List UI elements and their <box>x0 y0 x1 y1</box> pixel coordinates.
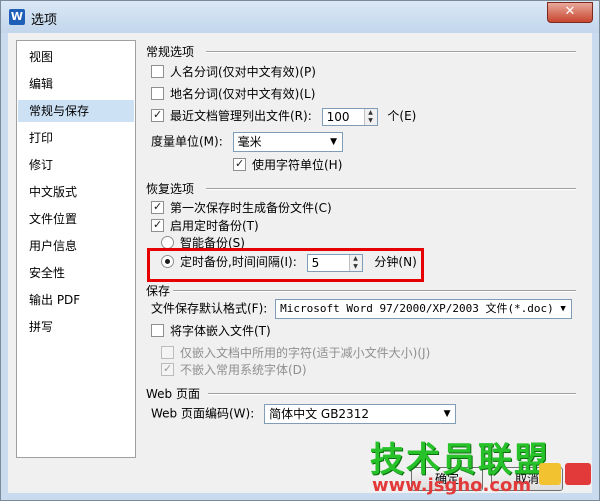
first-save-backup-checkbox[interactable] <box>151 201 164 214</box>
embed-used-chars-row: 仅嵌入文档中所用的字符(适于减小文件大小)(J) <box>161 344 430 362</box>
sidebar-item-print[interactable]: 打印 <box>18 127 134 149</box>
use-char-unit-checkbox[interactable] <box>233 158 246 171</box>
default-format-label: 文件保存默认格式(F): <box>151 301 268 316</box>
use-char-unit-label: 使用字符单位(H) <box>252 158 343 172</box>
default-format-value: Microsoft Word 97/2000/XP/2003 文件(*.doc) <box>280 302 554 315</box>
save-section-title: 保存 <box>146 284 171 298</box>
measure-unit-select[interactable]: 毫米 ▼ <box>232 132 343 152</box>
place-segmentation-checkbox[interactable] <box>151 87 164 100</box>
chevron-down-icon[interactable]: ▼ <box>326 133 342 151</box>
web-section-title: Web 页面 <box>146 387 200 401</box>
sidebar-item-spelling[interactable]: 拼写 <box>18 316 134 338</box>
no-system-fonts-row: 不嵌入常用系统字体(D) <box>161 361 307 379</box>
title-bar: W 选项 ✕ <box>1 1 599 33</box>
default-format-row: 文件保存默认格式(F): Microsoft Word 97/2000/XP/2… <box>151 299 573 319</box>
name-segmentation-label: 人名分词(仅对中文有效)(P) <box>170 65 316 79</box>
sidebar-item-view[interactable]: 视图 <box>18 46 134 68</box>
close-button[interactable]: ✕ <box>547 2 593 23</box>
general-separator <box>206 51 576 53</box>
wps-app-icon: W <box>9 9 25 25</box>
web-separator <box>208 393 576 395</box>
web-encoding-value: 简体中文 GB2312 <box>269 407 369 421</box>
embed-fonts-checkbox[interactable] <box>151 324 164 337</box>
web-encoding-select[interactable]: 简体中文 GB2312 ▼ <box>264 404 457 424</box>
no-system-fonts-checkbox[interactable] <box>161 363 174 376</box>
sidebar-item-revision[interactable]: 修订 <box>18 154 134 176</box>
default-format-select[interactable]: Microsoft Word 97/2000/XP/2003 文件(*.doc)… <box>275 299 573 319</box>
spin-up-icon[interactable]: ▲ <box>364 108 377 117</box>
watermark-logo-icon <box>539 463 591 485</box>
recent-files-unit: 个(E) <box>387 109 417 123</box>
embed-fonts-row: 将字体嵌入文件(T) <box>151 322 271 340</box>
embed-used-chars-label: 仅嵌入文档中所用的字符(适于减小文件大小)(J) <box>180 346 431 360</box>
recent-files-checkbox[interactable] <box>151 109 164 122</box>
sidebar-item-output-pdf[interactable]: 输出 PDF <box>18 289 134 311</box>
web-encoding-row: Web 页面编码(W): 简体中文 GB2312 ▼ <box>151 404 457 424</box>
recent-files-row: 最近文档管理列出文件(R): 100 ▲▼ 个(E) <box>151 107 417 126</box>
chevron-down-icon[interactable]: ▼ <box>555 300 571 318</box>
recent-files-spinner[interactable]: 100 ▲ ▼ <box>321 107 378 126</box>
recent-files-value: 100 <box>326 109 350 124</box>
embed-fonts-label: 将字体嵌入文件(T) <box>170 324 271 338</box>
measure-unit-label: 度量单位(M): <box>151 134 223 149</box>
name-segmentation-row: 人名分词(仅对中文有效)(P) <box>151 63 316 81</box>
use-char-unit-row: 使用字符单位(H) <box>233 156 342 174</box>
first-save-backup-row: 第一次保存时生成备份文件(C) <box>151 199 332 217</box>
sidebar-item-security[interactable]: 安全性 <box>18 262 134 284</box>
place-segmentation-label: 地名分词(仅对中文有效)(L) <box>170 87 316 101</box>
timed-backup-label: 启用定时备份(T) <box>170 219 259 233</box>
no-system-fonts-label: 不嵌入常用系统字体(D) <box>180 363 307 377</box>
place-segmentation-row: 地名分词(仅对中文有效)(L) <box>151 85 315 103</box>
save-separator <box>173 290 576 292</box>
embed-used-chars-checkbox[interactable] <box>161 346 174 359</box>
sidebar-item-user-info[interactable]: 用户信息 <box>18 235 134 257</box>
measure-unit-value: 毫米 <box>237 135 262 149</box>
recovery-separator <box>206 188 576 190</box>
recent-files-label: 最近文档管理列出文件(R): <box>170 109 312 123</box>
general-section-title: 常规选项 <box>146 45 195 59</box>
site-watermark-url: www.jsgho.com <box>372 475 532 496</box>
timed-backup-checkbox[interactable] <box>151 219 164 232</box>
sidebar-item-edit[interactable]: 编辑 <box>18 73 134 95</box>
sidebar-item-general-save[interactable]: 常规与保存 <box>18 100 134 122</box>
window-title: 选项 <box>31 13 58 28</box>
chevron-down-icon[interactable]: ▼ <box>439 405 455 423</box>
annotation-highlight-box <box>147 248 424 282</box>
sidebar-item-file-location[interactable]: 文件位置 <box>18 208 134 230</box>
name-segmentation-checkbox[interactable] <box>151 65 164 78</box>
timed-backup-row: 启用定时备份(T) <box>151 217 259 235</box>
first-save-backup-label: 第一次保存时生成备份文件(C) <box>170 201 332 215</box>
web-encoding-label: Web 页面编码(W): <box>151 406 255 421</box>
measure-unit-row: 度量单位(M): 毫米 ▼ <box>151 132 343 152</box>
site-watermark: 技术员联盟 <box>370 440 550 480</box>
options-dialog: W 选项 ✕ 视图 编辑 常规与保存 打印 修订 中文版式 文件位置 用户信息 … <box>0 0 600 501</box>
sidebar-item-chinese-layout[interactable]: 中文版式 <box>18 181 134 203</box>
recovery-section-title: 恢复选项 <box>146 182 195 196</box>
spin-down-icon[interactable]: ▼ <box>364 116 377 125</box>
options-category-list: 视图 编辑 常规与保存 打印 修订 中文版式 文件位置 用户信息 安全性 输出 … <box>16 40 136 458</box>
